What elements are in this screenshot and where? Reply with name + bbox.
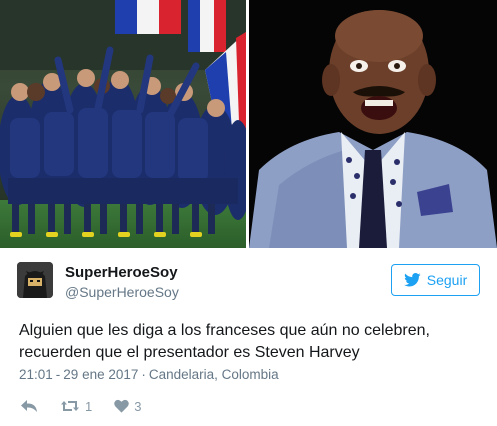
tweet-time[interactable]: 21:01 bbox=[19, 367, 53, 382]
reply-icon bbox=[21, 400, 37, 412]
photo-presenter[interactable] bbox=[249, 0, 497, 248]
like-button[interactable]: 3 bbox=[114, 399, 141, 414]
tweet-header: SuperHeroeSoy @SuperHeroeSoy Seguir bbox=[17, 262, 480, 306]
retweet-count: 1 bbox=[85, 398, 93, 414]
follow-label: Seguir bbox=[426, 272, 468, 288]
user-handle[interactable]: @SuperHeroeSoy bbox=[65, 284, 179, 300]
twitter-bird-icon bbox=[403, 273, 421, 287]
tweet-actions: 1 3 bbox=[20, 396, 163, 416]
like-count: 3 bbox=[134, 398, 142, 414]
tweet-text: Alguien que les diga a los franceses que… bbox=[19, 320, 479, 364]
photo-team-celebration[interactable] bbox=[0, 0, 246, 248]
tweet-text-line: Alguien que les diga a los franceses que… bbox=[19, 322, 430, 339]
avatar[interactable] bbox=[17, 262, 53, 298]
tweet-date[interactable]: 29 ene 2017 bbox=[63, 367, 138, 382]
reply-button[interactable] bbox=[20, 399, 38, 413]
retweet-button[interactable]: 1 bbox=[60, 399, 92, 414]
follow-button[interactable]: Seguir bbox=[391, 264, 480, 296]
heart-icon bbox=[114, 399, 129, 413]
retweet-icon bbox=[61, 401, 79, 411]
tweet-meta: 21:01-29 ene 2017 · Candelaria, Colombia bbox=[19, 367, 279, 382]
tweet-media bbox=[0, 0, 497, 248]
display-name[interactable]: SuperHeroeSoy bbox=[65, 264, 178, 281]
tweet-text-line: recuerden que el presentador es Steven H… bbox=[19, 344, 360, 361]
tweet-location[interactable]: Candelaria, Colombia bbox=[149, 367, 279, 382]
